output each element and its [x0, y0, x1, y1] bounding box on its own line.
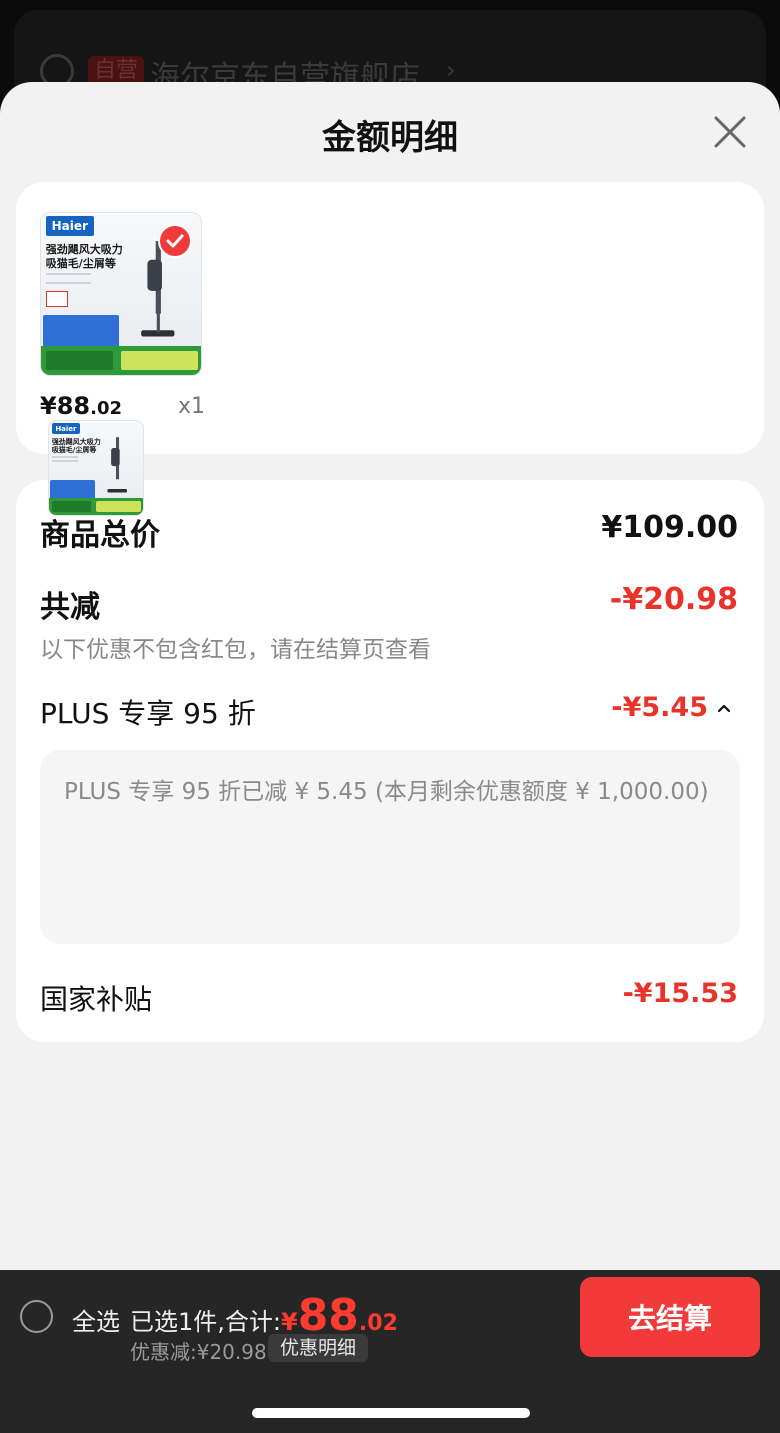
amount-detail-sheet: 金额明细 Haier 强劲飓风大吸力 吸猫毛/尘屑等 ¥88.02 x1 商品总…: [0, 82, 780, 1270]
price-integer: ¥88: [40, 392, 91, 420]
plus-discount-label[interactable]: PLUS 专享 95 折: [40, 692, 256, 732]
image-price-panel: [42, 315, 120, 348]
reduction-value: -¥20.98: [609, 582, 738, 617]
image-price-tag: [51, 500, 92, 513]
subsidy-value: -¥15.53: [622, 978, 738, 1009]
price-decimal: .02: [90, 398, 122, 419]
total-integer: 88: [297, 1290, 359, 1341]
chevron-up-icon[interactable]: [714, 698, 734, 718]
subsidy-label: 国家补贴: [40, 983, 153, 1016]
total-currency: ¥: [280, 1308, 298, 1336]
plus-discount-value[interactable]: -¥5.45: [611, 692, 708, 723]
image-label: [45, 290, 69, 307]
image-subsidy-tag: [96, 500, 142, 513]
select-all-label[interactable]: 全选: [72, 1302, 120, 1337]
checkmark-icon[interactable]: [158, 224, 192, 258]
redpacket-note: 以下优惠不包含红包，请在结算页查看: [40, 637, 431, 663]
checkout-bar: 全选 已选1件,合计: ¥ 88 .02 优惠减:¥20.98 优惠明细 去结算: [0, 1270, 780, 1433]
discount-detail-button[interactable]: 优惠明细: [268, 1334, 369, 1362]
image-subsidy-tag: [121, 350, 198, 371]
sheet-title: 金额明细: [322, 118, 458, 158]
product-quantity: x1: [178, 394, 206, 419]
amount-card: 商品总价 ¥109.00 共减 -¥20.98 以下优惠不包含红包，请在结算页查…: [16, 480, 764, 1042]
vacuum-illustration: [107, 437, 128, 493]
plus-product-thumbnail: Haier 强劲飓风大吸力 吸猫毛/尘屑等: [48, 420, 144, 516]
product-card: Haier 强劲飓风大吸力 吸猫毛/尘屑等 ¥88.02 x1: [16, 182, 764, 454]
home-indicator[interactable]: [252, 1408, 530, 1418]
store-chevron-icon: ›: [446, 56, 456, 84]
image-price-panel: [49, 480, 96, 500]
total-decimal: .02: [358, 1311, 398, 1336]
image-bullets: [51, 455, 79, 463]
product-price: ¥88.02: [40, 392, 122, 420]
brand-logo: Haier: [45, 216, 94, 236]
subtotal-value: ¥109.00: [601, 510, 738, 545]
subtotal-label: 商品总价: [40, 518, 160, 553]
plus-detail-text: PLUS 专享 95 折已减 ¥ 5.45 (本月剩余优惠额度 ¥ 1,000.…: [64, 779, 709, 805]
close-icon[interactable]: [710, 112, 750, 152]
reduction-label: 共减: [40, 590, 100, 625]
selected-total: 已选1件,合计: ¥ 88 .02: [130, 1290, 398, 1341]
plus-discount-detail: PLUS 专享 95 折已减 ¥ 5.45 (本月剩余优惠额度 ¥ 1,000.…: [40, 750, 740, 944]
selected-count-text: 已选1件,合计:: [130, 1308, 281, 1336]
select-all-radio[interactable]: [20, 1300, 53, 1333]
brand-logo: Haier: [51, 422, 80, 435]
image-bullets: [45, 272, 91, 285]
image-price-tag: [45, 350, 113, 371]
discount-summary: 优惠减:¥20.98: [130, 1340, 267, 1364]
image-headline-2: 吸猫毛/尘屑等: [51, 446, 97, 455]
checkout-button[interactable]: 去结算: [580, 1277, 760, 1357]
image-headline-2: 吸猫毛/尘屑等: [45, 257, 116, 271]
